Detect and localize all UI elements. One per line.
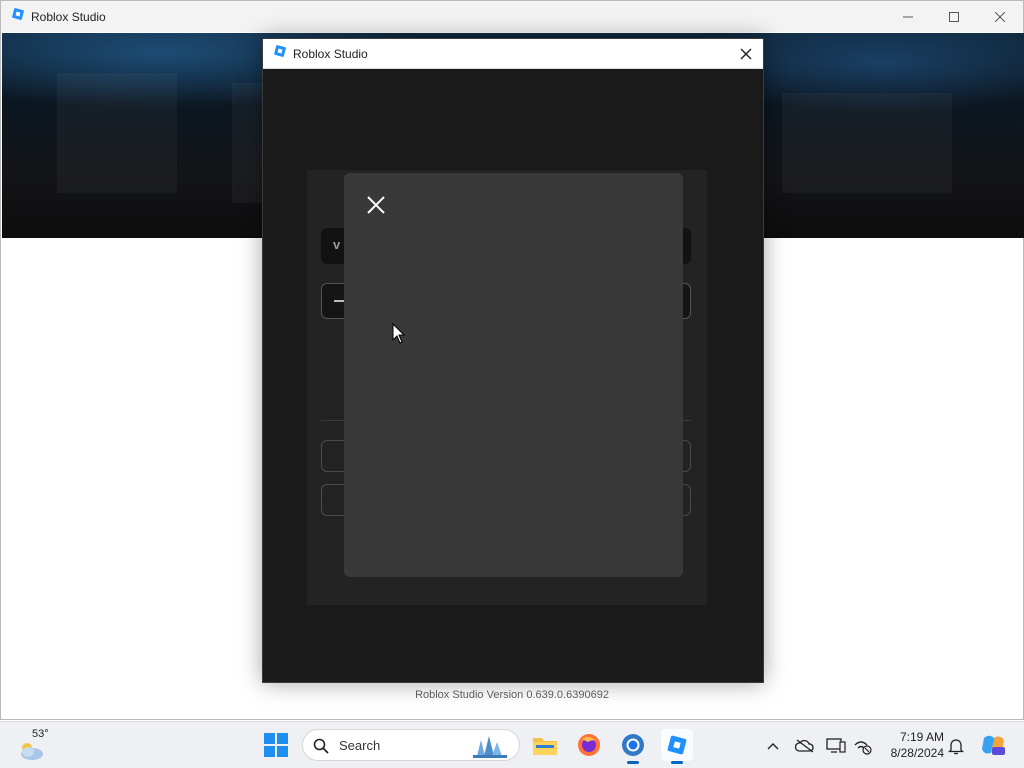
version-label: Roblox Studio Version 0.639.0.6390692	[415, 689, 609, 701]
field-dash	[334, 300, 344, 302]
weather-widget[interactable]: 53°	[16, 728, 56, 764]
start-button[interactable]	[263, 732, 289, 758]
roblox-studio-taskbar-button[interactable]	[661, 729, 693, 764]
file-explorer-button[interactable]	[529, 729, 561, 761]
windows-icon	[264, 733, 288, 757]
monitor-icon	[826, 738, 846, 753]
minimize-button[interactable]	[885, 1, 931, 32]
close-button[interactable]	[977, 1, 1023, 32]
chrome-button[interactable]	[617, 729, 649, 764]
show-hidden-icons-button[interactable]	[763, 736, 783, 756]
maximize-icon	[949, 11, 959, 22]
maximize-button[interactable]	[931, 1, 977, 32]
taskbar: 53° Search 7:19 AM 8/28/2024	[0, 721, 1024, 768]
main-titlebar: Roblox Studio	[1, 1, 1023, 32]
window-controls	[885, 1, 1023, 32]
overlay-close-button[interactable]	[363, 192, 389, 218]
chevron-up-icon	[767, 743, 779, 750]
overlay-panel	[344, 173, 683, 577]
username-field-text: v	[333, 237, 341, 252]
taskbar-clock[interactable]: 7:19 AM 8/28/2024	[880, 729, 944, 761]
copilot-icon	[982, 735, 1005, 755]
running-indicator	[627, 761, 639, 764]
running-indicator	[671, 761, 683, 764]
display-tray-button[interactable]	[826, 736, 846, 756]
close-icon	[740, 48, 752, 60]
cloud-offline-icon	[795, 739, 814, 753]
folder-icon	[533, 738, 557, 755]
network-tray-button[interactable]	[853, 736, 873, 756]
search-highlight-icon	[473, 736, 507, 758]
mouse-cursor-icon	[392, 322, 406, 350]
roblox-studio-icon	[11, 7, 25, 26]
onedrive-tray-button[interactable]	[795, 736, 815, 756]
network-icon	[854, 741, 872, 755]
clock-time: 7:19 AM	[899, 730, 944, 744]
dialog-titlebar: Roblox Studio	[263, 39, 763, 69]
minimize-icon	[903, 16, 913, 17]
dialog-title: Roblox Studio	[293, 46, 368, 61]
login-dialog: Roblox Studio v	[262, 38, 764, 683]
search-icon	[313, 738, 329, 754]
search-label: Search	[339, 738, 381, 753]
chrome-icon	[622, 734, 644, 756]
roblox-studio-icon	[667, 735, 687, 755]
weather-temp: 53°	[32, 728, 49, 740]
taskbar-search[interactable]: Search	[302, 729, 520, 761]
close-icon	[367, 196, 385, 214]
main-window-title: Roblox Studio	[31, 9, 106, 24]
clock-date: 8/28/2024	[890, 746, 944, 760]
dialog-close-button[interactable]	[735, 43, 757, 65]
firefox-icon	[578, 734, 600, 756]
firefox-button[interactable]	[573, 729, 605, 761]
roblox-studio-icon	[273, 44, 287, 63]
close-icon	[995, 11, 1005, 22]
bell-icon	[948, 739, 964, 755]
copilot-button[interactable]	[980, 732, 1006, 758]
notifications-button[interactable]	[946, 736, 966, 756]
